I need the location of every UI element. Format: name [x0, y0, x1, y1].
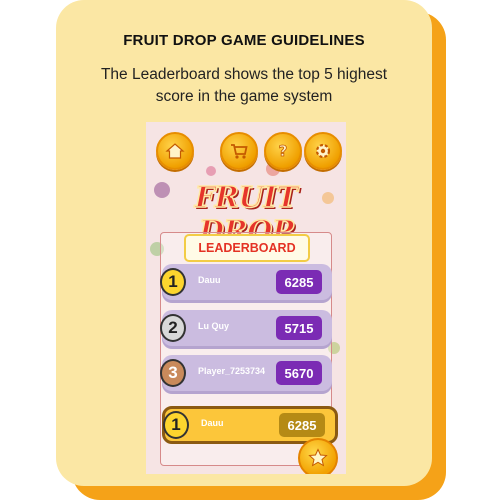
- player-score: 6285: [279, 413, 325, 437]
- svg-text:?: ?: [279, 142, 288, 160]
- star-icon: [308, 448, 328, 467]
- leaderboard-row: 1 Dauu 6285: [160, 264, 332, 300]
- player-name: Dauu: [201, 418, 224, 428]
- leaderboard-row: 3 Player_7253734 5670: [160, 355, 332, 391]
- home-button[interactable]: [156, 132, 194, 170]
- player-score: 5715: [276, 316, 322, 340]
- cart-icon: [231, 144, 248, 159]
- card-title: FRUIT DROP GAME GUIDELINES: [123, 32, 365, 49]
- star-badge-button[interactable]: [298, 438, 338, 474]
- rank-medal: 2: [160, 314, 186, 342]
- rank-medal: 3: [160, 359, 186, 387]
- rank-medal: 1: [163, 411, 189, 439]
- fruit-deco: [206, 166, 216, 176]
- player-score: 6285: [276, 270, 322, 294]
- shop-button[interactable]: [220, 132, 258, 170]
- game-screen: ? FRUIT DROP LEADERBOARD 1 Dauu 6285 2 L…: [146, 122, 346, 474]
- home-icon: [165, 143, 185, 159]
- settings-button[interactable]: [304, 132, 342, 170]
- player-name: Dauu: [198, 275, 221, 285]
- leaderboard-title: LEADERBOARD: [184, 234, 310, 262]
- leaderboard-row: 2 Lu Quy 5715: [160, 310, 332, 346]
- player-score: 5670: [276, 361, 322, 385]
- help-icon: ?: [278, 142, 288, 161]
- rank-medal: 1: [160, 268, 186, 296]
- card-subtitle: The Leaderboard shows the top 5 highest …: [100, 66, 388, 105]
- help-button[interactable]: ?: [264, 132, 302, 170]
- settings-icon: [315, 143, 331, 159]
- player-name: Player_7253734: [198, 366, 266, 376]
- player-name: Lu Quy: [198, 321, 229, 331]
